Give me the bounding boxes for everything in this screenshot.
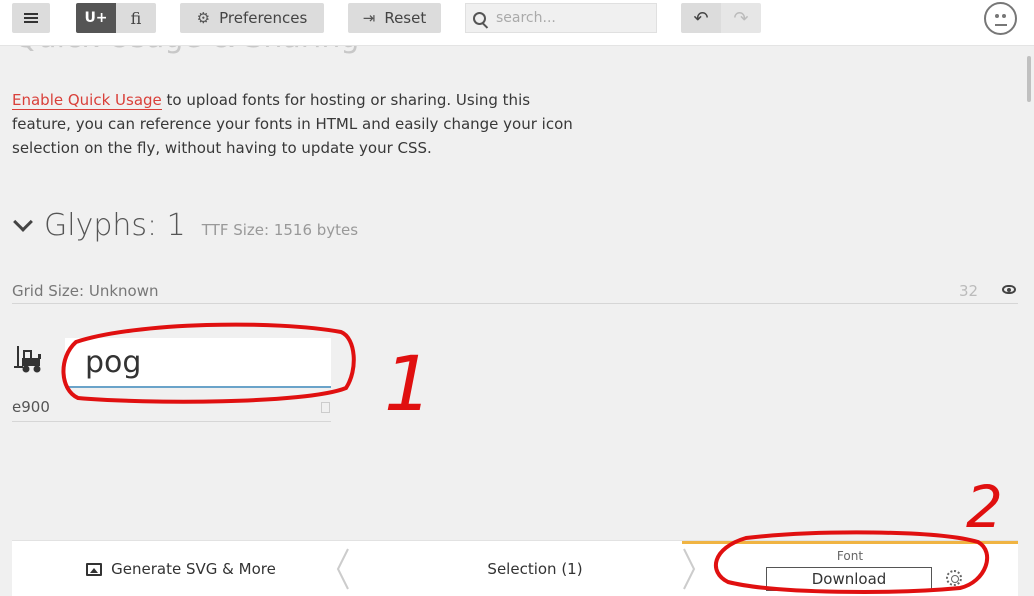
preferences-label: Preferences [219,9,308,27]
glyph-name-input[interactable] [65,338,331,388]
chevron-down-icon[interactable] [13,212,33,232]
codepoint-value[interactable]: e900 [12,398,50,416]
selection-button[interactable]: Selection (1) [372,541,698,596]
glyphs-header: Glyphs: 1 TTF Size: 1516 bytes [12,208,358,248]
eye-icon[interactable] [1002,285,1016,294]
search-input[interactable] [496,10,646,26]
reset-icon: ⇥ [362,9,376,27]
chevron-left-icon [336,548,349,590]
redo-icon: ↷ [733,7,749,29]
main-menu-button[interactable] [12,3,50,33]
annotation-number-2: 2 [966,473,1003,541]
top-toolbar: U+ ﬁ ⚙ Preferences ⇥ Reset ↶ ↷ [0,0,1034,46]
account-face-icon[interactable] [984,2,1017,35]
grid-size-row: Grid Size: Unknown 32 [12,280,1018,304]
search-icon [473,11,486,25]
grid-size-value: 32 [959,282,979,300]
annotation-number-1: 1 [384,339,433,428]
gear-icon: ⚙ [196,9,211,27]
grid-size-label: Grid Size: Unknown [12,282,159,300]
generate-svg-button[interactable]: Generate SVG & More [12,541,350,596]
undo-icon: ↶ [693,7,709,29]
redo-button[interactable]: ↷ [721,3,761,33]
undo-button[interactable]: ↶ [681,3,721,33]
font-tab-label: Font [836,549,864,563]
search-box [465,3,657,33]
scrollbar-thumb[interactable] [1027,56,1031,102]
font-settings-gear-icon[interactable] [946,570,962,586]
show-codepoints-toggle[interactable]: U+ [76,3,116,33]
preferences-button[interactable]: ⚙ Preferences [180,3,324,33]
quick-usage-description: Enable Quick Usage to upload fonts for h… [12,88,592,160]
codepoint-char-box [321,402,330,413]
forklift-icon [14,346,41,373]
image-icon [86,562,103,576]
scrollbar-track[interactable] [1024,46,1034,541]
hamburger-icon [24,13,38,23]
download-button[interactable]: Download [766,567,932,591]
reset-label: Reset [384,9,427,27]
enable-quick-usage-link[interactable]: Enable Quick Usage [12,91,162,110]
show-ligatures-toggle[interactable]: ﬁ [116,3,156,33]
bottom-bar: Generate SVG & More Selection (1) Font D… [12,540,1018,596]
reset-button[interactable]: ⇥ Reset [348,3,441,33]
glyphs-title: Glyphs: 1 [44,208,186,243]
generate-svg-label: Generate SVG & More [111,560,276,578]
font-tab[interactable]: Font Download [682,541,1018,596]
ttf-size: TTF Size: 1516 bytes [201,221,359,239]
codepoint-row: e900 [12,392,331,422]
